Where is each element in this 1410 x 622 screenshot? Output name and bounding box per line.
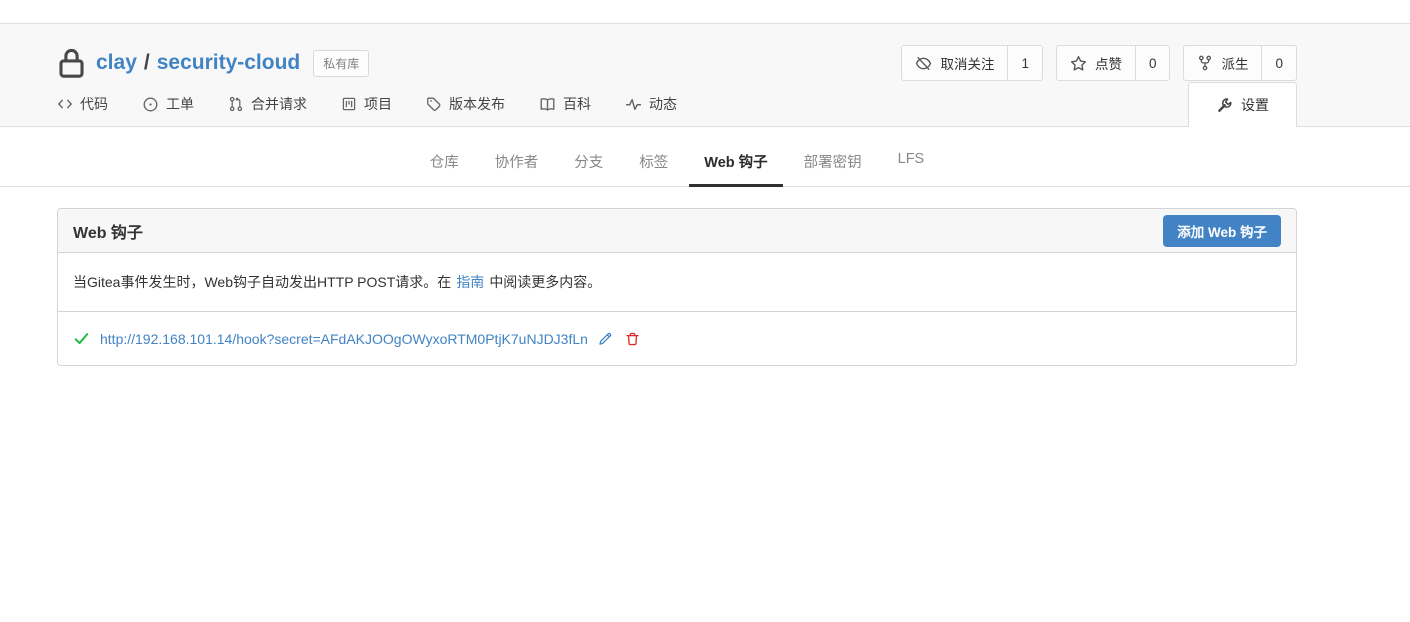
issue-icon [142,96,159,113]
fork-count[interactable]: 0 [1261,46,1296,80]
repo-title: clay / security-cloud [96,51,300,75]
webhook-url-link[interactable]: http://192.168.101.14/hook?secret=AFdAKJ… [100,331,588,347]
repo-nav-tabs: 代码 工单 合并请求 [57,82,1297,126]
fork-label: 派生 [1221,53,1248,73]
submenu-deploy-keys[interactable]: 部署密钥 [789,127,877,187]
eye-slash-icon [915,55,932,72]
tab-label: 代码 [80,94,108,114]
star-button[interactable]: 点赞 0 [1056,45,1171,81]
description-prefix: 当Gitea事件发生时，Web钩子自动发出HTTP POST请求。在 [73,274,451,290]
webhook-list-item: http://192.168.101.14/hook?secret=AFdAKJ… [58,312,1296,365]
tab-label: 合并请求 [251,94,307,114]
code-icon [57,96,73,112]
fork-icon [1197,55,1213,71]
add-webhook-button[interactable]: 添加 Web 钩子 [1163,215,1281,247]
project-icon [341,96,357,112]
check-icon [73,330,90,347]
edit-webhook-icon[interactable] [597,331,613,347]
repo-owner-link[interactable]: clay [96,51,137,75]
panel-title: Web 钩子 [73,219,143,243]
repo-separator: / [144,51,150,75]
star-count[interactable]: 0 [1135,46,1170,80]
webhooks-panel: Web 钩子 添加 Web 钩子 当Gitea事件发生时，Web钩子自动发出HT… [57,208,1297,366]
unwatch-label: 取消关注 [940,53,994,73]
private-repo-badge: 私有库 [313,50,369,77]
delete-webhook-icon[interactable] [625,331,640,347]
repo-actions: 取消关注 1 点赞 0 [901,45,1297,81]
star-label: 点赞 [1095,53,1122,73]
tab-label: 百科 [563,94,591,114]
tab-pull-requests[interactable]: 合并请求 [228,94,307,114]
submenu-lfs[interactable]: LFS [883,127,940,187]
tab-label: 项目 [364,94,392,114]
lock-icon [57,47,86,80]
activity-icon [625,96,642,113]
submenu-webhooks[interactable]: Web 钩子 [689,127,782,187]
tab-label: 设置 [1241,95,1269,115]
description-suffix: 中阅读更多内容。 [489,274,601,290]
webhooks-description: 当Gitea事件发生时，Web钩子自动发出HTTP POST请求。在指南中阅读更… [58,253,1296,312]
fork-button[interactable]: 派生 0 [1183,45,1297,81]
webhooks-panel-header: Web 钩子 添加 Web 钩子 [58,209,1296,253]
submenu-collaborators[interactable]: 协作者 [480,127,554,187]
tab-settings[interactable]: 设置 [1188,82,1297,127]
submenu-branches[interactable]: 分支 [559,127,618,187]
tag-icon [426,96,442,112]
repo-title-row: clay / security-cloud 私有库 取消关注 [57,24,1297,82]
tab-label: 版本发布 [449,94,505,114]
unwatch-button[interactable]: 取消关注 1 [901,45,1043,81]
tab-code[interactable]: 代码 [57,94,108,114]
wrench-icon [1216,97,1233,114]
submenu-repository[interactable]: 仓库 [415,127,474,187]
top-strip [0,0,1410,23]
tab-wiki[interactable]: 百科 [539,94,591,114]
settings-submenu: 仓库 协作者 分支 标签 Web 钩子 部署密钥 LFS [0,127,1410,187]
tab-issues[interactable]: 工单 [142,94,194,114]
tab-projects[interactable]: 项目 [341,94,392,114]
wiki-icon [539,96,556,113]
main-content: Web 钩子 添加 Web 钩子 当Gitea事件发生时，Web钩子自动发出HT… [0,187,1410,366]
star-icon [1070,55,1087,72]
repo-header: clay / security-cloud 私有库 取消关注 [0,23,1410,127]
submenu-tags[interactable]: 标签 [624,127,683,187]
tab-label: 动态 [649,94,677,114]
pull-request-icon [228,96,244,112]
watch-count[interactable]: 1 [1007,46,1042,80]
tab-activity[interactable]: 动态 [625,94,677,114]
tab-label: 工单 [166,94,194,114]
guide-link[interactable]: 指南 [456,274,484,290]
tab-releases[interactable]: 版本发布 [426,94,505,114]
repo-name-link[interactable]: security-cloud [157,51,301,75]
